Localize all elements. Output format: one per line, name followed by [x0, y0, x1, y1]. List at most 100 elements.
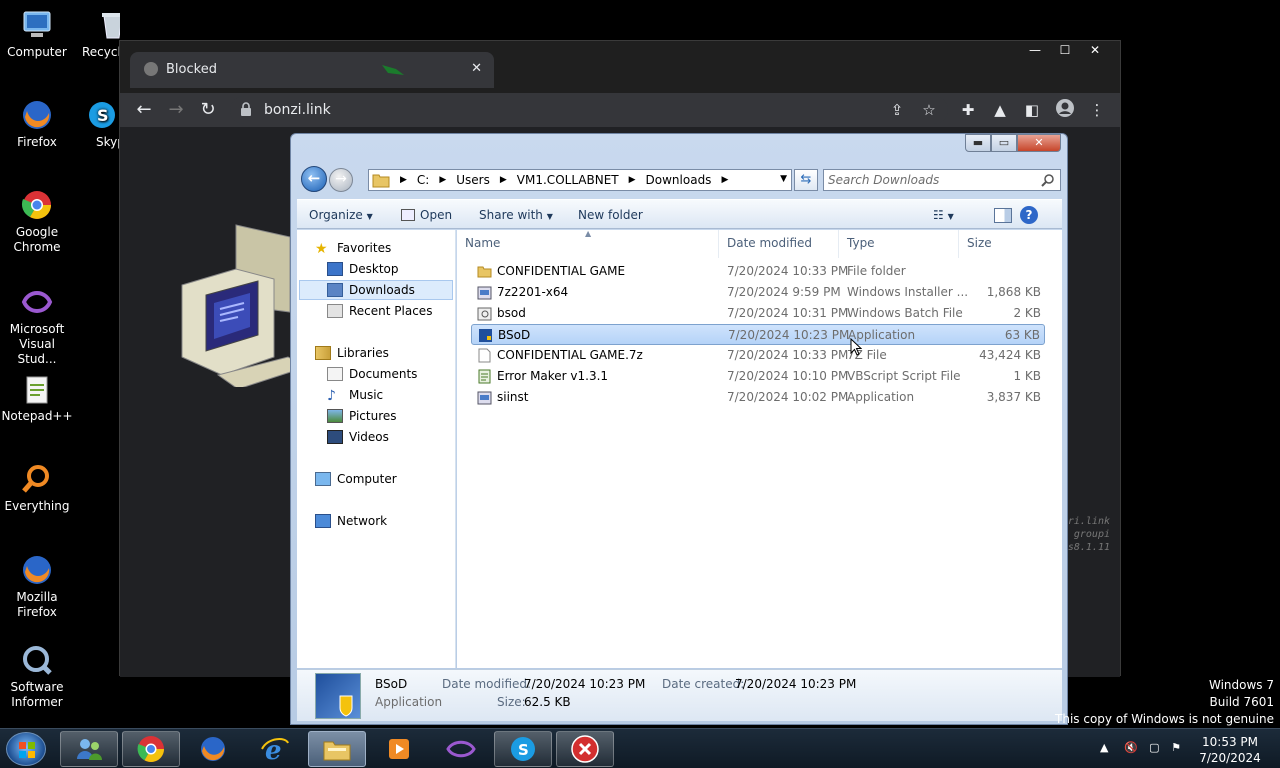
- music-note-icon: ♪: [327, 388, 336, 404]
- nav-documents[interactable]: Documents: [327, 364, 417, 384]
- nav-favorites[interactable]: ★ Favorites: [315, 238, 391, 258]
- maximize-button[interactable]: ☐: [1050, 41, 1080, 59]
- taskbar-visual-studio[interactable]: [432, 731, 490, 767]
- chevron-down-icon: ▼: [947, 212, 954, 221]
- nav-computer[interactable]: Computer: [315, 469, 397, 489]
- breadcrumb-separator-icon[interactable]: ▶: [500, 175, 507, 185]
- taskbar-internet-explorer[interactable]: e: [246, 731, 304, 767]
- table-row[interactable]: siinst 7/20/2024 10:02 PM Application 3,…: [471, 387, 1045, 408]
- start-button[interactable]: [6, 732, 46, 766]
- nav-music[interactable]: ♪ Music: [327, 385, 383, 405]
- new-folder-button[interactable]: New folder: [578, 208, 643, 222]
- taskbar-media-player[interactable]: [370, 731, 428, 767]
- taskbar-clock[interactable]: 10:53 PM 7/20/2024: [1190, 734, 1270, 766]
- help-icon[interactable]: ?: [1020, 206, 1038, 224]
- show-hidden-icons-icon[interactable]: ▲: [1100, 741, 1108, 754]
- close-button[interactable]: ✕: [1017, 134, 1061, 152]
- table-row[interactable]: 7z2201-x64 7/20/2024 9:59 PM Windows Ins…: [471, 282, 1045, 303]
- breadcrumb-user-folder[interactable]: VM1.COLLABNET: [517, 173, 619, 187]
- desktop-icon-computer[interactable]: Computer: [0, 8, 74, 60]
- table-row[interactable]: Error Maker v1.3.1 7/20/2024 10:10 PM VB…: [471, 366, 1045, 387]
- table-row[interactable]: CONFIDENTIAL GAME 7/20/2024 10:33 PM Fil…: [471, 261, 1045, 282]
- column-header-size[interactable]: Size: [959, 230, 1039, 258]
- column-header-type[interactable]: Type: [839, 230, 959, 258]
- command-bar: Organize ▼ Open Share with ▼ New folder …: [297, 199, 1062, 229]
- taskbar-chrome[interactable]: [122, 731, 180, 767]
- breadcrumb-separator-icon[interactable]: ▶: [439, 175, 446, 185]
- open-button[interactable]: Open: [401, 208, 452, 222]
- table-row[interactable]: bsod 7/20/2024 10:31 PM Windows Batch Fi…: [471, 303, 1045, 324]
- column-header-date-modified[interactable]: Date modified: [719, 230, 839, 258]
- preview-pane-icon[interactable]: [994, 208, 1012, 223]
- back-arrow-icon[interactable]: ←: [132, 99, 156, 120]
- desktop-icon-everything[interactable]: Everything: [0, 462, 74, 514]
- taskbar-skype[interactable]: S: [494, 731, 552, 767]
- flag-icon[interactable]: ⚑: [1171, 741, 1181, 754]
- desktop-icon-visual-studio[interactable]: Microsoft Visual Stud...: [0, 285, 74, 367]
- labs-flask-icon[interactable]: ▲: [990, 101, 1010, 119]
- table-row[interactable]: CONFIDENTIAL GAME.7z 7/20/2024 10:33 PM …: [471, 345, 1045, 366]
- minimize-button[interactable]: ▬: [965, 134, 991, 152]
- breadcrumb-downloads[interactable]: Downloads: [646, 173, 712, 187]
- nav-network[interactable]: Network: [315, 511, 387, 531]
- visual-studio-icon: [20, 285, 54, 319]
- tab-close-icon[interactable]: ✕: [471, 61, 482, 76]
- folder-icon: [372, 174, 390, 188]
- back-button[interactable]: ←: [301, 166, 327, 192]
- close-button[interactable]: ✕: [1080, 41, 1110, 59]
- search-input[interactable]: Search Downloads: [823, 169, 1061, 191]
- documents-icon: [327, 367, 343, 381]
- breadcrumb-c-drive[interactable]: C:: [417, 173, 429, 187]
- profile-avatar-icon[interactable]: [1055, 98, 1075, 122]
- action-center-icon[interactable]: ▢: [1149, 741, 1159, 754]
- computer-icon: [20, 8, 54, 42]
- taskbar-users-app[interactable]: [60, 731, 118, 767]
- breadcrumb-separator-icon[interactable]: ▶: [629, 175, 636, 185]
- view-options-icon[interactable]: ☷ ▼: [933, 208, 954, 222]
- desktop-icon-google-chrome[interactable]: Google Chrome: [0, 188, 74, 255]
- nav-pictures[interactable]: Pictures: [327, 406, 397, 426]
- minimize-button[interactable]: —: [1020, 41, 1050, 59]
- maximize-button[interactable]: ▭: [991, 134, 1017, 152]
- forward-button[interactable]: →: [329, 168, 353, 192]
- nav-downloads[interactable]: Downloads: [299, 280, 453, 300]
- error-icon: [571, 735, 599, 763]
- software-informer-icon: [20, 643, 54, 677]
- nav-videos[interactable]: Videos: [327, 427, 389, 447]
- breadcrumb-users[interactable]: Users: [456, 173, 490, 187]
- side-panel-icon[interactable]: ◧: [1022, 101, 1042, 119]
- desktop-icon-software-informer[interactable]: Software Informer: [0, 643, 74, 710]
- taskbar-firefox[interactable]: [184, 731, 242, 767]
- navigation-pane: ★ Favorites Desktop Downloads Recent Plac…: [297, 230, 456, 668]
- desktop-icon-firefox[interactable]: Firefox: [0, 98, 74, 150]
- address-bar[interactable]: bonzi.link: [230, 96, 948, 124]
- desktop-icon-notepad-plus-plus[interactable]: Notepad++: [0, 372, 74, 424]
- taskbar-explorer[interactable]: [308, 731, 366, 767]
- network-icon: [315, 514, 331, 528]
- desktop-icon-mozilla-firefox[interactable]: Mozilla Firefox: [0, 553, 74, 620]
- browser-tab[interactable]: Blocked ✕: [130, 52, 494, 88]
- menu-kebab-icon[interactable]: ⋮: [1087, 101, 1107, 119]
- taskbar-error-app[interactable]: [556, 731, 614, 767]
- share-with-button[interactable]: Share with ▼: [479, 208, 553, 222]
- volume-muted-icon[interactable]: 🔇: [1124, 741, 1138, 754]
- forward-arrow-icon[interactable]: →: [164, 99, 188, 120]
- chevron-down-icon[interactable]: ▼: [780, 174, 787, 184]
- table-row-selected[interactable]: BSoD 7/20/2024 10:23 PM Application 63 K…: [471, 324, 1045, 345]
- organize-button[interactable]: Organize ▼: [309, 208, 373, 222]
- column-header-name[interactable]: Name ▲: [457, 229, 719, 258]
- lock-icon: [241, 102, 251, 116]
- explorer-address-bar[interactable]: ▶ C: ▶ Users ▶ VM1.COLLABNET ▶ Downloads…: [368, 169, 792, 191]
- breadcrumb-separator-icon[interactable]: ▶: [721, 175, 728, 185]
- details-date-created-label: Date created:: [662, 677, 745, 691]
- share-icon[interactable]: ⇪: [887, 101, 907, 119]
- nav-recent-places[interactable]: Recent Places: [327, 301, 432, 321]
- nav-desktop[interactable]: Desktop: [327, 259, 399, 279]
- desktop-icon-skype[interactable]: S Skyp: [82, 98, 122, 150]
- reload-icon[interactable]: ↻: [196, 99, 220, 120]
- nav-libraries[interactable]: Libraries: [315, 343, 389, 363]
- refresh-button[interactable]: ⇆: [794, 169, 818, 191]
- extensions-puzzle-icon[interactable]: ✚: [958, 101, 978, 119]
- desktop-icon-recycle-bin[interactable]: Recycle: [74, 8, 120, 60]
- bookmark-star-icon[interactable]: ☆: [919, 101, 939, 119]
